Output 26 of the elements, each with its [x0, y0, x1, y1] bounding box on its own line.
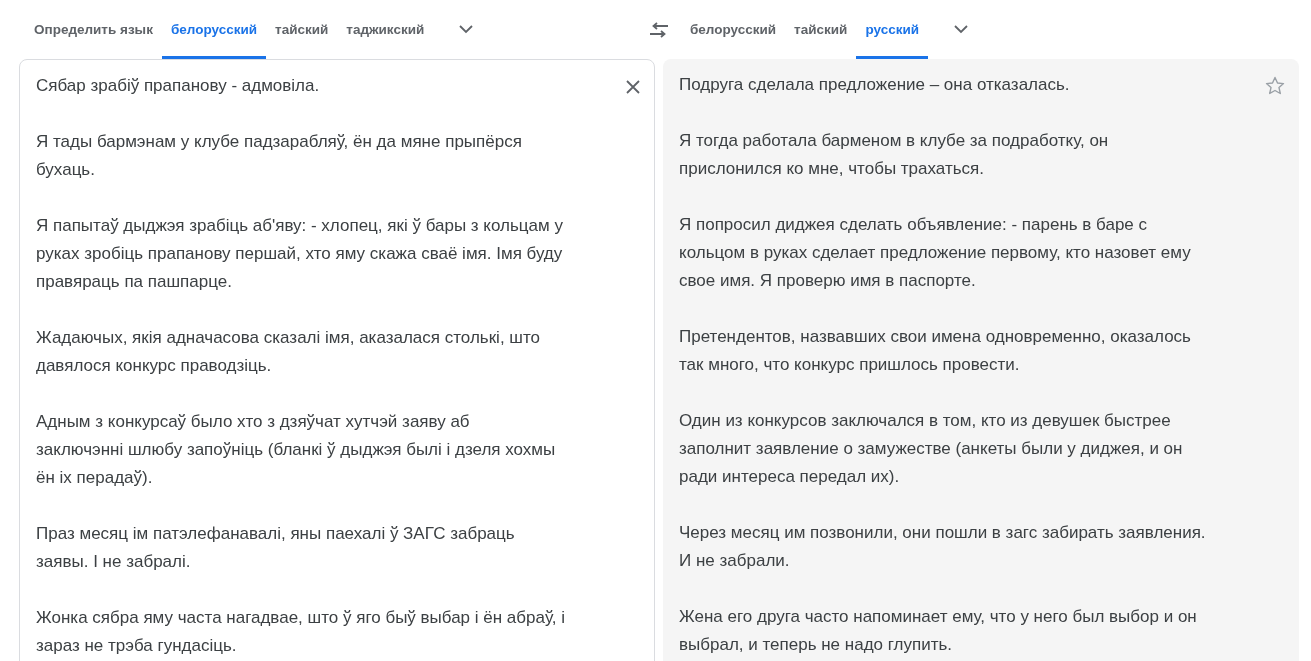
- translation-paragraph: Жена его друга часто напоминает ему, что у него был выбор и он выбрал, и теперь не надо глупить.: [679, 606, 1198, 656]
- language-tab[interactable]: Определить язык: [25, 3, 162, 59]
- translation-paragraph: Претендентов, назвавших свои имена одновременно, оказалось так много, что конкурс пришлось провести.: [679, 326, 1192, 376]
- source-paragraph: Адным з конкурсаў было хто з дзяўчат хутчэй заяву аб заключэнні шлюбу запоўніць (бланкі ў дыджэя былі і дзеля хохмы ён іх перадаў).: [36, 411, 557, 489]
- translation-paragraph: Я тогда работала барменом в клубе за подработку, он прислонился ко мне, чтобы трахаться.: [679, 130, 1110, 180]
- source-paragraph: Я папытаў дыджэя зрабіць аб'яву: - хлопец, які ў бары з кольцам у руках зробіць прапанову першай, хто яму скажа сваё імя. Імя буду правяраць па пашпарце.: [36, 215, 564, 293]
- swap-icon[interactable]: [649, 21, 669, 38]
- language-tab[interactable]: таджикский: [337, 3, 434, 59]
- translation-paragraph: Один из конкурсов заключался в том, кто из девушек быстрее заполнит заявление о замужестве (анкеты были у диджея, и он ради интереса передал их).: [679, 410, 1184, 488]
- translation-paragraph: Через месяц им позвонили, они пошли в загс забирать заявления. И не забрали.: [679, 522, 1207, 572]
- chevron-down-icon[interactable]: [459, 25, 474, 34]
- source-paragraph: Жонка сябра яму часта нагадвае, што ў яго быў выбар і ён абраў, і зараз не трэба гундасіць.: [36, 607, 566, 657]
- source-paragraph: Праз месяц ім патэлефанавалі, яны паехалі ў ЗАГС забраць заявы. І не забралі.: [36, 523, 516, 573]
- source-text-panel[interactable]: [19, 59, 655, 661]
- translation-paragraph: Я попросил диджея сделать объявление: - парень в баре с кольцом в руках сделает предложение первому, кто назовет ему свое имя. Я проверю имя в паспорте.: [679, 214, 1192, 292]
- language-tab[interactable]: тайский: [785, 3, 857, 59]
- source-paragraph: Я тады бармэнам у клубе падзарабляў, ён да мяне прыпёрся бухаць.: [36, 131, 523, 181]
- close-icon[interactable]: [626, 80, 640, 94]
- star-icon[interactable]: [1265, 76, 1285, 95]
- source-paragraph: Жадаючых, якія адначасова сказалі імя, аказалася столькі, што давялося конкурс праводзіць.: [36, 327, 542, 377]
- source-paragraph: Сябар зрабіў прапанову - адмовіла.: [36, 75, 321, 97]
- language-tab[interactable]: белорусский: [161, 3, 266, 59]
- translation-paragraph: Подруга сделала предложение – она отказалась.: [679, 74, 1071, 96]
- language-tab[interactable]: белорусский: [681, 3, 786, 59]
- chevron-down-icon[interactable]: [954, 25, 969, 34]
- language-tab[interactable]: тайский: [266, 3, 338, 59]
